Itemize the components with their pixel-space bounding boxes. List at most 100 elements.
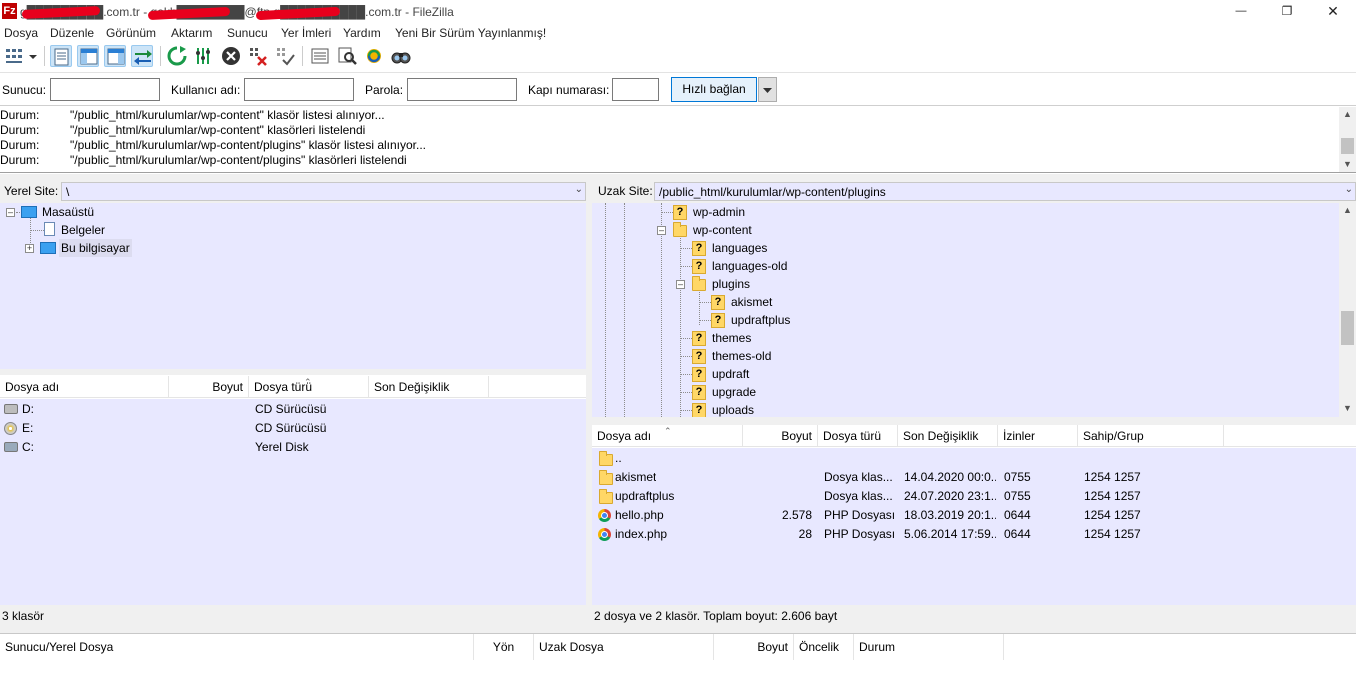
restore-button[interactable]: ❐ bbox=[1264, 0, 1310, 24]
remote-status-bar: 2 dosya ve 2 klasör. Toplam boyut: 2.606… bbox=[592, 605, 1356, 627]
cancel-operation-icon[interactable] bbox=[220, 45, 242, 67]
menu-view[interactable]: Görünüm bbox=[106, 26, 156, 40]
remote-tree-item[interactable]: wp-content bbox=[693, 221, 752, 239]
remote-tree-item[interactable]: themes bbox=[712, 329, 751, 347]
quickconnect-history-dropdown[interactable] bbox=[758, 77, 777, 102]
process-queue-icon[interactable] bbox=[193, 45, 215, 67]
remote-tree-item[interactable]: themes-old bbox=[712, 347, 771, 365]
remote-tree-item[interactable]: upgrade bbox=[712, 383, 756, 401]
unknown-folder-icon: ? bbox=[711, 313, 725, 328]
toggle-remote-tree-icon[interactable] bbox=[104, 45, 126, 67]
file-size: 2.578 bbox=[781, 508, 812, 522]
password-input[interactable] bbox=[407, 78, 517, 101]
table-row[interactable]: updraftplus Dosya klas... 24.07.2020 23:… bbox=[592, 487, 1356, 506]
table-row[interactable]: index.php 28 PHP Dosyası 5.06.2014 17:59… bbox=[592, 525, 1356, 544]
scroll-up-icon[interactable]: ▲ bbox=[1339, 107, 1356, 122]
directory-comparison-icon[interactable] bbox=[336, 45, 358, 67]
local-col-filename[interactable]: Dosya adı bbox=[0, 376, 169, 398]
chevron-down-icon[interactable]: ⌄ bbox=[575, 184, 583, 195]
site-manager-icon[interactable] bbox=[3, 45, 25, 67]
local-tree-item-this-pc[interactable]: Bu bilgisayar bbox=[59, 239, 132, 257]
remote-tree-item[interactable]: akismet bbox=[731, 293, 772, 311]
remote-col-type[interactable]: Dosya türü bbox=[818, 425, 898, 447]
table-row[interactable]: hello.php 2.578 PHP Dosyası 18.03.2019 2… bbox=[592, 506, 1356, 525]
scroll-down-icon[interactable]: ▼ bbox=[1339, 157, 1356, 172]
expand-icon[interactable]: + bbox=[25, 244, 34, 253]
folder-icon bbox=[599, 451, 613, 466]
local-col-size[interactable]: Boyut bbox=[169, 376, 249, 398]
queue-col-remote-file[interactable]: Uzak Dosya bbox=[534, 634, 714, 660]
remote-tree-item[interactable]: updraftplus bbox=[731, 311, 790, 329]
remote-col-modified[interactable]: Son Değişiklik bbox=[898, 425, 998, 447]
disconnect-icon[interactable] bbox=[247, 45, 269, 67]
remote-tree-item[interactable]: languages bbox=[712, 239, 767, 257]
quickconnect-button[interactable]: Hızlı bağlan bbox=[671, 77, 757, 102]
remote-col-filename[interactable]: ⌃ Dosya adı bbox=[592, 425, 743, 447]
queue-col-size[interactable]: Boyut bbox=[714, 634, 794, 660]
remote-tree-item[interactable]: uploads bbox=[712, 401, 754, 417]
remote-path-combo[interactable]: /public_html/kurulumlar/wp-content/plugi… bbox=[654, 182, 1356, 201]
remote-tree-scrollbar[interactable]: ▲ ▼ bbox=[1339, 203, 1356, 417]
folder-icon bbox=[599, 470, 613, 485]
local-site-label: Yerel Site: bbox=[4, 184, 59, 198]
directory-listing-filters-icon[interactable] bbox=[309, 45, 331, 67]
reconnect-icon[interactable] bbox=[274, 45, 296, 67]
scrollbar-thumb[interactable] bbox=[1341, 138, 1354, 154]
host-input[interactable] bbox=[50, 78, 160, 101]
local-path-combo[interactable]: \ ⌄ bbox=[61, 182, 586, 201]
collapse-icon[interactable]: – bbox=[657, 226, 666, 235]
toolbar-separator bbox=[302, 46, 303, 66]
scrollbar-thumb[interactable] bbox=[1341, 311, 1354, 345]
remote-tree-item[interactable]: wp-admin bbox=[693, 203, 745, 221]
toggle-transfer-queue-icon[interactable] bbox=[131, 45, 153, 67]
username-input[interactable] bbox=[244, 78, 354, 101]
queue-col-server-local-file[interactable]: Sunucu/Yerel Dosya bbox=[0, 634, 474, 660]
remote-col-size[interactable]: Boyut bbox=[743, 425, 818, 447]
table-row[interactable]: E: CD Sürücüsü bbox=[0, 419, 586, 438]
remote-tree-item[interactable]: languages-old bbox=[712, 257, 787, 275]
menu-edit[interactable]: Düzenle bbox=[50, 26, 94, 40]
scroll-down-icon[interactable]: ▼ bbox=[1339, 401, 1356, 416]
port-input[interactable] bbox=[612, 78, 659, 101]
port-label: Kapı numarası: bbox=[528, 83, 610, 97]
queue-col-direction[interactable]: Yön bbox=[474, 634, 534, 660]
table-row[interactable]: .. bbox=[592, 449, 1356, 468]
menu-new-version[interactable]: Yeni Bir Sürüm Yayınlanmış! bbox=[395, 26, 546, 40]
menu-server[interactable]: Sunucu bbox=[227, 26, 268, 40]
synchronized-browsing-icon[interactable] bbox=[363, 45, 385, 67]
toggle-log-icon[interactable] bbox=[50, 45, 72, 67]
log-scrollbar[interactable]: ▲ ▼ bbox=[1339, 107, 1356, 172]
local-col-type[interactable]: ⌃ Dosya türü bbox=[249, 376, 369, 398]
queue-col-status[interactable]: Durum bbox=[854, 634, 1004, 660]
menu-bookmarks[interactable]: Yer İmleri bbox=[281, 26, 331, 40]
scroll-up-icon[interactable]: ▲ bbox=[1339, 203, 1356, 218]
menu-help[interactable]: Yardım bbox=[343, 26, 381, 40]
refresh-icon[interactable] bbox=[166, 45, 188, 67]
tree-connector bbox=[661, 203, 662, 417]
unknown-folder-icon: ? bbox=[692, 349, 706, 364]
toggle-local-tree-icon[interactable] bbox=[77, 45, 99, 67]
remote-splitter[interactable] bbox=[592, 417, 1356, 425]
minimize-button[interactable]: — bbox=[1218, 0, 1264, 24]
file-owner: 1254 1257 bbox=[1084, 508, 1141, 522]
collapse-icon[interactable]: – bbox=[6, 208, 15, 217]
local-splitter[interactable] bbox=[0, 369, 586, 375]
collapse-icon[interactable]: – bbox=[676, 280, 685, 289]
chevron-down-icon[interactable]: ⌄ bbox=[1345, 184, 1353, 195]
remote-col-permissions[interactable]: İzinler bbox=[998, 425, 1078, 447]
remote-col-owner[interactable]: Sahip/Grup bbox=[1078, 425, 1224, 447]
table-row[interactable]: akismet Dosya klas... 14.04.2020 00:0...… bbox=[592, 468, 1356, 487]
remote-tree-item[interactable]: updraft bbox=[712, 365, 749, 383]
file-permissions: 0755 bbox=[1004, 470, 1031, 484]
close-button[interactable]: ✕ bbox=[1310, 0, 1356, 24]
remote-tree-item-plugins[interactable]: plugins bbox=[712, 275, 750, 293]
table-row[interactable]: D: CD Sürücüsü bbox=[0, 400, 586, 419]
search-remote-files-icon[interactable] bbox=[390, 45, 412, 67]
queue-col-priority[interactable]: Öncelik bbox=[794, 634, 854, 660]
tree-item-label: plugins bbox=[712, 277, 751, 291]
menu-file[interactable]: Dosya bbox=[4, 26, 38, 40]
menu-transfer[interactable]: Aktarım bbox=[171, 26, 212, 40]
local-col-modified[interactable]: Son Değişiklik bbox=[369, 376, 489, 398]
site-manager-dropdown-icon[interactable] bbox=[26, 45, 40, 67]
table-row[interactable]: C: Yerel Disk bbox=[0, 438, 586, 457]
